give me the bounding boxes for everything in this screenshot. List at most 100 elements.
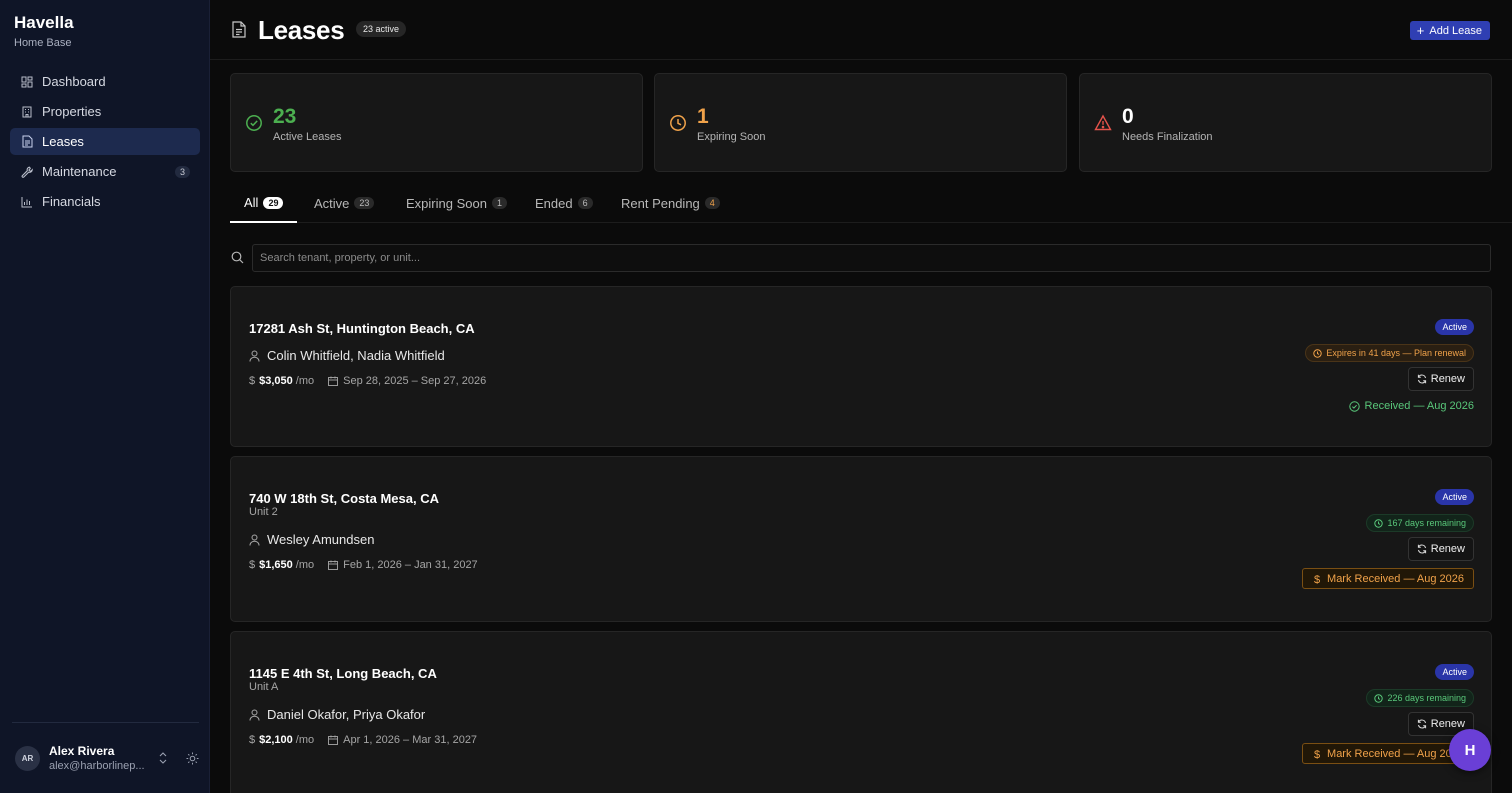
tab-expiring-soon[interactable]: Expiring Soon 1 (392, 184, 521, 222)
rent-period: /mo (295, 559, 315, 571)
user-icon (249, 350, 261, 362)
sidebar: Havella Home Base Dashboard Properties L… (0, 0, 210, 793)
sidebar-item-label: Maintenance (42, 164, 117, 179)
add-lease-label: Add Lease (1429, 24, 1482, 37)
user-info: Alex Rivera alex@harborlinep... (49, 744, 149, 772)
renew-button[interactable]: Renew (1407, 367, 1474, 391)
sidebar-item-leases[interactable]: Leases (10, 128, 200, 155)
page-title: Leases (258, 15, 345, 45)
tab-active[interactable]: Active 23 (300, 184, 388, 222)
dollar-icon: $ (1313, 573, 1321, 586)
expiry-badge: 167 days remaining (1366, 514, 1474, 532)
lease-tenants: Colin Whitfield, Nadia Whitfield (249, 348, 445, 363)
clock-icon (669, 114, 687, 132)
building-icon (20, 105, 34, 119)
lease-meta: $ $2,100 /mo Apr 1, 2026 – Mar 31, 2027 (249, 734, 477, 746)
sidebar-item-properties[interactable]: Properties (10, 98, 200, 125)
rent-period: /mo (295, 734, 315, 746)
rent-amount: $1,650 (259, 559, 293, 571)
chevron-up-down-icon[interactable] (157, 751, 169, 765)
stat-value: 23 (273, 105, 297, 128)
mark-received-button[interactable]: $ Mark Received — Aug 2026 (1302, 568, 1474, 589)
stat-value: 0 (1122, 105, 1134, 128)
sidebar-item-financials[interactable]: Financials (10, 188, 200, 215)
mark-received-label: Mark Received — Aug 2026 (1327, 572, 1464, 585)
add-lease-button[interactable]: + Add Lease (1409, 21, 1490, 40)
document-icon (232, 21, 248, 39)
user-menu[interactable]: AR Alex Rivera alex@harborlinep... (15, 740, 199, 776)
sidebar-item-maintenance[interactable]: Maintenance 3 (10, 158, 200, 185)
lease-tenants: Wesley Amundsen (249, 532, 374, 547)
tab-count: 1 (491, 197, 507, 209)
lease-dates: Apr 1, 2026 – Mar 31, 2027 (343, 734, 478, 746)
lease-card[interactable]: 740 W 18th St, Costa Mesa, CA Unit 2 Wes… (230, 456, 1492, 622)
dollar-icon: $ (1313, 748, 1321, 761)
tab-rent-pending[interactable]: Rent Pending 4 (607, 184, 734, 222)
lease-unit: Unit A (249, 681, 279, 693)
calendar-icon (328, 735, 339, 746)
expiry-text: Expires in 41 days — Plan renewal (1326, 348, 1466, 358)
brand-subtitle: Home Base (14, 37, 72, 49)
expiry-text: 226 days remaining (1387, 693, 1466, 703)
user-icon (249, 534, 261, 546)
tab-count: 4 (704, 197, 720, 209)
clock-icon (1374, 518, 1384, 528)
brand: Havella Home Base (14, 13, 74, 49)
main-content: Leases 23 active + Add Lease 23 Active L… (210, 0, 1512, 793)
active-count-badge: 23 active (356, 21, 407, 37)
dollar-icon: $ (249, 559, 256, 571)
refresh-icon (1417, 544, 1427, 554)
tab-all[interactable]: All 29 (230, 184, 298, 223)
tab-ended[interactable]: Ended 6 (521, 184, 607, 222)
tab-count: 6 (577, 197, 593, 209)
page-header: Leases 23 active + Add Lease (210, 0, 1512, 60)
tenant-names: Wesley Amundsen (267, 532, 375, 547)
lease-card[interactable]: 1145 E 4th St, Long Beach, CA Unit A Dan… (230, 631, 1492, 793)
status-badge: Active (1435, 319, 1474, 335)
stat-label: Expiring Soon (697, 131, 766, 143)
lease-address: 17281 Ash St, Huntington Beach, CA (249, 321, 475, 336)
assistant-fab-button[interactable]: H (1449, 729, 1491, 771)
rent-amount: $3,050 (259, 375, 293, 387)
lease-dates: Feb 1, 2026 – Jan 31, 2027 (343, 559, 478, 571)
lease-unit: Unit 2 (249, 506, 278, 518)
sun-icon[interactable] (185, 751, 199, 765)
lease-dates: Sep 28, 2025 – Sep 27, 2026 (343, 375, 487, 387)
chart-icon (20, 195, 34, 209)
refresh-icon (1417, 374, 1427, 384)
expiry-badge: Expires in 41 days — Plan renewal (1305, 344, 1474, 362)
sidebar-item-label: Dashboard (42, 74, 106, 89)
calendar-icon (328, 560, 339, 571)
tab-label: Rent Pending (621, 195, 700, 211)
brand-name: Havella (14, 13, 74, 32)
clock-icon (1374, 693, 1384, 703)
sidebar-nav: Dashboard Properties Leases Maintenance … (10, 68, 200, 218)
sidebar-item-dashboard[interactable]: Dashboard (10, 68, 200, 95)
lease-card[interactable]: 17281 Ash St, Huntington Beach, CA Colin… (230, 286, 1492, 447)
stat-label: Needs Finalization (1122, 131, 1213, 143)
tab-label: Ended (535, 195, 573, 211)
status-badge: Active (1435, 664, 1474, 680)
tab-count: 29 (263, 196, 284, 209)
dollar-icon: $ (249, 734, 256, 746)
lease-meta: $ $3,050 /mo Sep 28, 2025 – Sep 27, 2026 (249, 375, 486, 387)
refresh-icon (1417, 719, 1427, 729)
user-icon (249, 709, 261, 721)
maintenance-count-badge: 3 (174, 165, 190, 178)
check-circle-icon (245, 114, 263, 132)
status-badge: Active (1435, 489, 1474, 505)
sidebar-divider (12, 722, 199, 723)
tenant-names: Daniel Okafor, Priya Okafor (267, 707, 426, 722)
renew-button[interactable]: Renew (1407, 537, 1474, 561)
sidebar-item-label: Properties (42, 104, 102, 119)
lease-meta: $ $1,650 /mo Feb 1, 2026 – Jan 31, 2027 (249, 559, 478, 571)
renew-label: Renew (1430, 373, 1465, 385)
lease-tenants: Daniel Okafor, Priya Okafor (249, 707, 425, 722)
stat-card-active: 23 Active Leases (230, 73, 643, 172)
sidebar-item-label: Leases (42, 134, 84, 149)
search-input[interactable] (252, 244, 1491, 272)
wrench-icon (20, 165, 34, 179)
stat-value: 1 (697, 105, 709, 128)
dashboard-icon (20, 75, 34, 89)
warning-icon (1094, 114, 1112, 132)
